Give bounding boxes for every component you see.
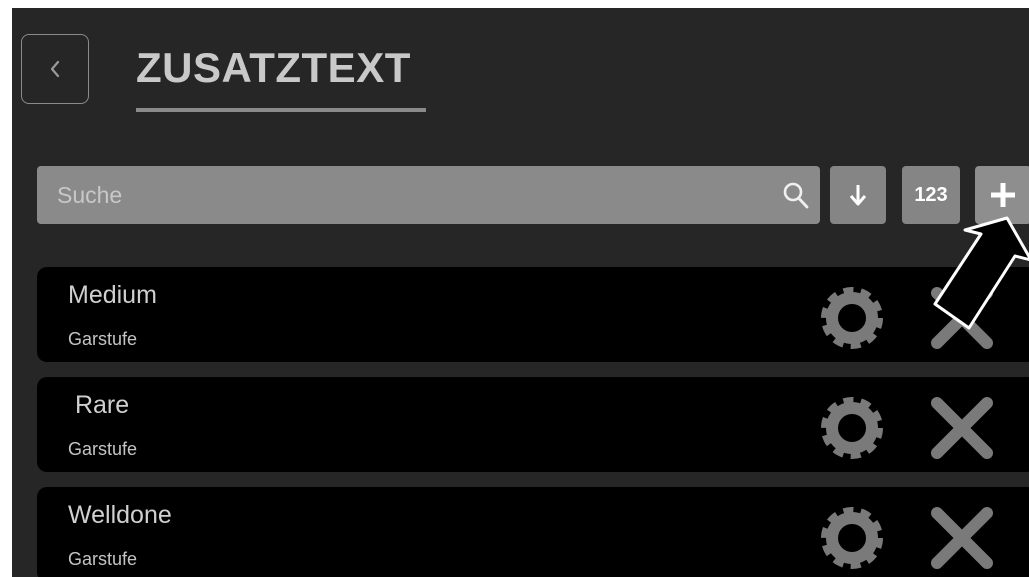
title-underline: [136, 108, 426, 112]
gear-icon[interactable]: [817, 393, 887, 463]
add-button[interactable]: [975, 166, 1029, 224]
chevron-left-icon: [50, 60, 60, 78]
arrow-down-icon: [849, 185, 867, 206]
page-title: ZUSATZTEXT: [136, 44, 411, 91]
back-button[interactable]: [21, 34, 89, 104]
search-bar: [37, 166, 820, 224]
close-icon[interactable]: [927, 503, 997, 573]
search-input[interactable]: [37, 166, 757, 224]
item-title: Medium: [68, 281, 157, 309]
list-item[interactable]: Welldone Garstufe: [37, 487, 1029, 577]
plus-icon: [991, 183, 1015, 207]
close-icon[interactable]: [927, 283, 997, 353]
search-icon[interactable]: [782, 180, 810, 210]
item-title: Rare: [68, 391, 130, 419]
list-item[interactable]: Medium Garstufe: [37, 267, 1029, 362]
sort-button[interactable]: [830, 166, 886, 224]
gear-icon[interactable]: [817, 283, 887, 353]
number-toggle-button[interactable]: 123: [902, 166, 960, 224]
item-category: Garstufe: [68, 439, 138, 459]
item-category: Garstufe: [68, 549, 138, 569]
number-toggle-label: 123: [914, 183, 948, 206]
screen: ZUSATZTEXT 123 Medium Garstufe: [12, 8, 1029, 577]
item-category: Garstufe: [68, 329, 138, 349]
list-item[interactable]: Rare Garstufe: [37, 377, 1029, 472]
gear-icon[interactable]: [817, 503, 887, 573]
close-icon[interactable]: [927, 393, 997, 463]
item-title: Welldone: [68, 501, 172, 529]
